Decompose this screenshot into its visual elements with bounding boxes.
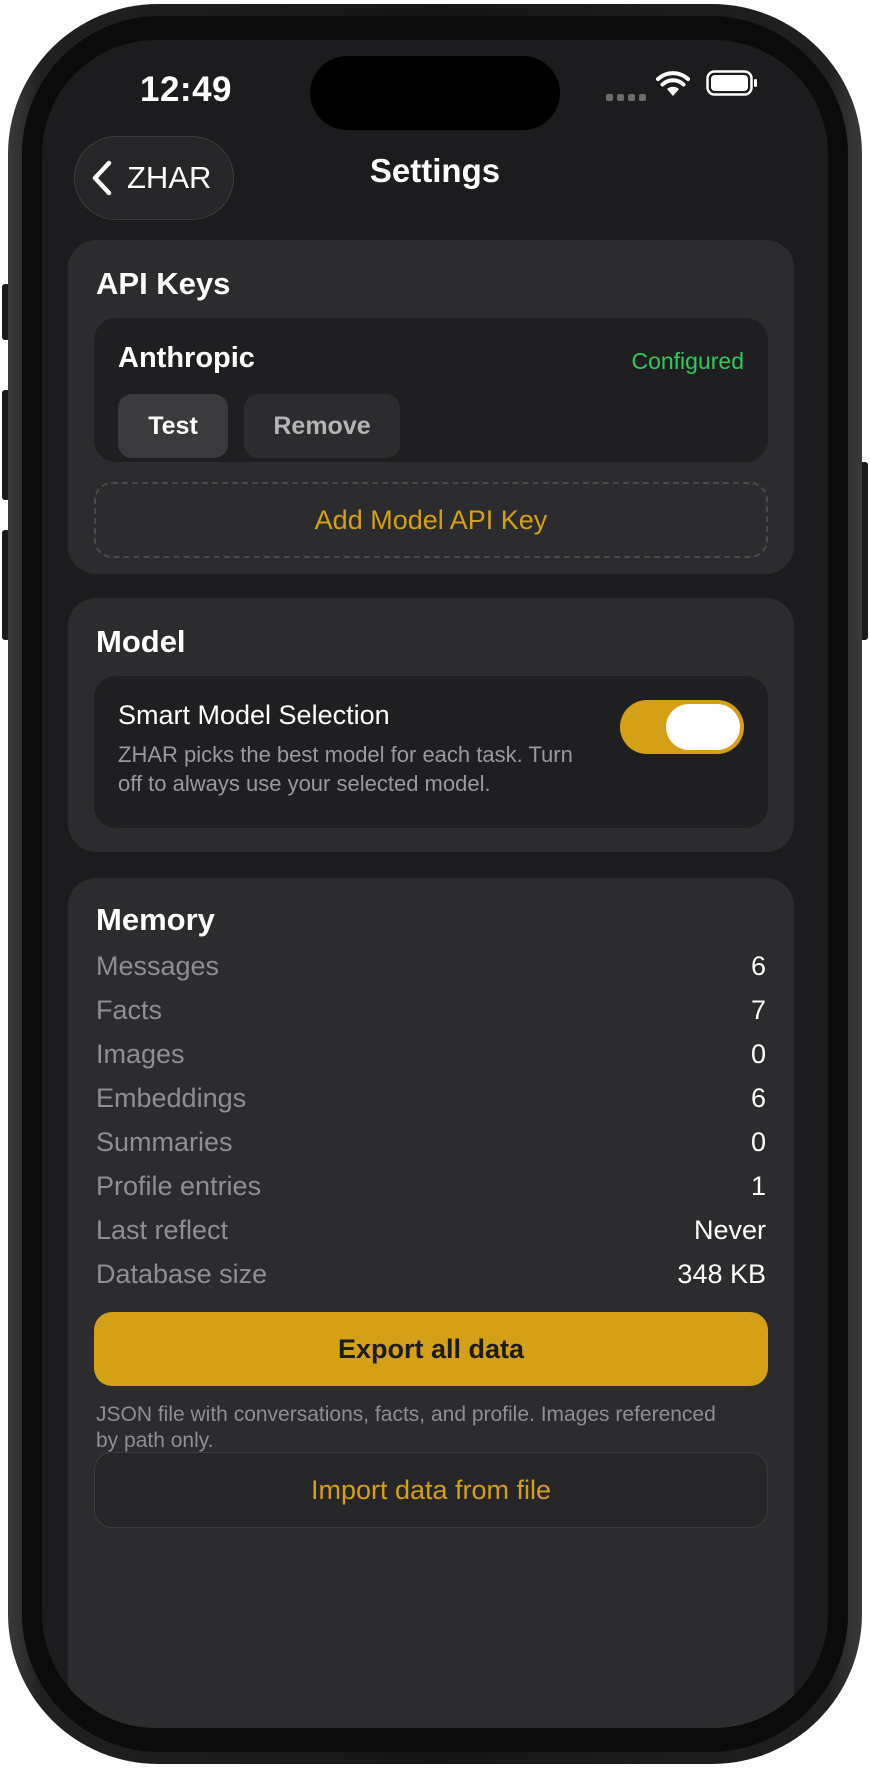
battery-icon: [706, 70, 757, 96]
status-badge: Configured: [631, 348, 744, 374]
stat-label: Images: [96, 1038, 185, 1069]
model-card: Model Smart Model Selection ZHAR picks t…: [68, 598, 794, 852]
stat-row-embeddings: Embeddings 6: [96, 1078, 766, 1118]
stat-row-facts: Facts 7: [96, 990, 766, 1030]
page-title: Settings: [369, 152, 501, 189]
smart-model-toggle[interactable]: [620, 700, 744, 754]
stat-row-messages: Messages 6: [96, 946, 766, 986]
stat-value: 348 KB: [677, 1258, 766, 1289]
api-keys-card: API Keys Anthropic Configured Test Remov…: [68, 240, 794, 574]
export-note: JSON file with conversations, facts, and…: [96, 1403, 716, 1452]
stat-row-database-size: Database size 348 KB: [96, 1254, 766, 1294]
add-api-key-button[interactable]: Add Model API Key: [94, 482, 768, 558]
memory-card: Memory Messages 6 Facts 7 Images 0 Embed…: [68, 878, 794, 1728]
screen: 12:49 ZHAR Settings API Keys Anthropic C…: [42, 40, 828, 1728]
stat-row-profile-entries: Profile entries 1: [96, 1166, 766, 1206]
wifi-icon: [656, 71, 690, 96]
stat-value: 1: [750, 1170, 766, 1201]
provider-key-row: Anthropic Configured Test Remove: [94, 318, 768, 462]
stat-value: 0: [750, 1038, 766, 1069]
stat-label: Database size: [96, 1258, 268, 1289]
stat-value: 7: [750, 994, 766, 1025]
stat-label: Facts: [96, 994, 163, 1025]
memory-title: Memory: [96, 902, 215, 937]
provider-name: Anthropic: [118, 342, 255, 374]
import-data-button[interactable]: Import data from file: [94, 1452, 768, 1528]
remove-button[interactable]: Remove: [244, 394, 400, 458]
cellular-signal-icon: [606, 94, 646, 101]
stat-value: Never: [693, 1214, 766, 1245]
stat-row-summaries: Summaries 0: [96, 1122, 766, 1162]
stat-label: Embeddings: [96, 1082, 247, 1113]
export-data-button[interactable]: Export all data: [94, 1312, 768, 1386]
smart-model-description: ZHAR picks the best model for each task.…: [118, 742, 573, 796]
test-button[interactable]: Test: [118, 394, 228, 458]
stat-row-last-reflect: Last reflect Never: [96, 1210, 766, 1250]
dynamic-island: [310, 56, 560, 130]
smart-model-row: Smart Model Selection ZHAR picks the bes…: [94, 676, 768, 828]
stat-value: 0: [750, 1126, 766, 1157]
model-title: Model: [96, 624, 186, 659]
api-keys-title: API Keys: [96, 266, 231, 301]
stat-label: Messages: [96, 950, 220, 981]
phone-device: 12:49 ZHAR Settings API Keys Anthropic C…: [0, 0, 870, 1768]
stat-value: 6: [750, 1082, 766, 1113]
stat-row-images: Images 0: [96, 1034, 766, 1074]
smart-model-title: Smart Model Selection: [118, 700, 390, 730]
stat-label: Profile entries: [96, 1170, 262, 1201]
stat-label: Summaries: [96, 1126, 233, 1157]
stat-value: 6: [750, 950, 766, 981]
status-time: 12:49: [140, 70, 233, 109]
stat-label: Last reflect: [96, 1214, 229, 1245]
toggle-knob: [666, 704, 740, 750]
